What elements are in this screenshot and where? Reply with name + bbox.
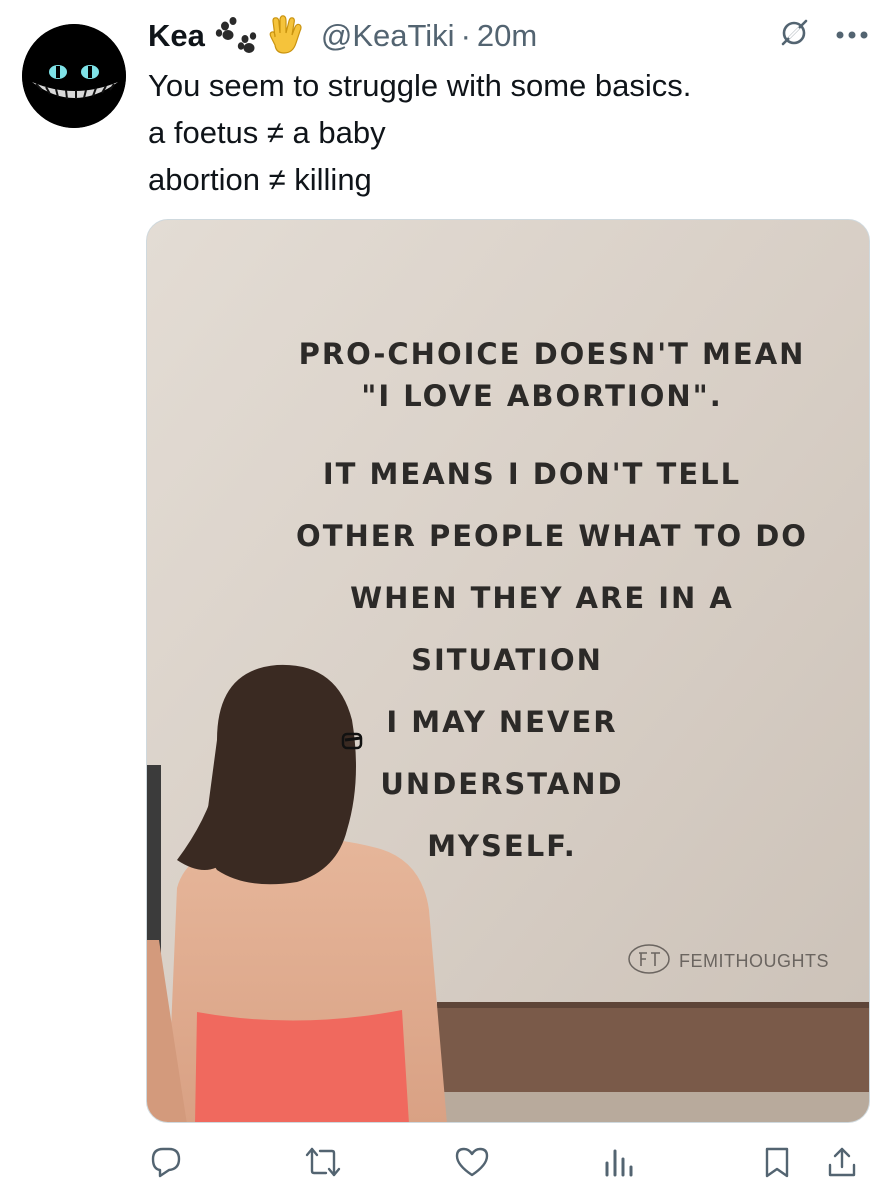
like-icon[interactable] [452, 1140, 492, 1184]
tweet-text-line: abortion ≠ killing [148, 162, 372, 197]
tweet[interactable]: Kea @KeaTiki · 20m You seem to struggle … [0, 0, 891, 1200]
vulcan-salute-icon [267, 15, 307, 57]
paw-prints-icon [215, 16, 259, 56]
wall-text-line: situation [411, 643, 603, 677]
wall-text-line: other people what to do [296, 519, 808, 553]
wall-text-line: understand [380, 767, 624, 801]
action-bar [146, 1140, 870, 1184]
femithoughts-logo-icon [627, 942, 671, 981]
tweet-text-line: You seem to struggle with some basics. [148, 68, 692, 103]
avatar[interactable] [22, 24, 126, 128]
tweet-text-line: a foetus ≠ a baby [148, 115, 386, 150]
views-icon[interactable] [599, 1140, 639, 1184]
separator: · [460, 18, 471, 53]
timestamp[interactable]: 20m [477, 18, 537, 54]
top-icons [779, 18, 869, 53]
wall-text-line: myself. [427, 829, 577, 863]
share-icon[interactable] [822, 1140, 862, 1184]
grok-icon[interactable] [779, 18, 809, 53]
handle[interactable]: @KeaTiki [321, 18, 455, 54]
wall-text-line: "I Love Abortion". [361, 379, 723, 413]
tweet-header: Kea @KeaTiki · 20m [148, 14, 537, 58]
repost-icon[interactable] [303, 1140, 343, 1184]
wall-text-line: Pro-Choice doesn't mean [298, 337, 806, 371]
display-name[interactable]: Kea [148, 18, 205, 54]
watermark: FEMITHOUGHTS [627, 942, 829, 981]
tweet-image[interactable]: Pro-Choice doesn't mean "I Love Abortion… [146, 219, 870, 1123]
wall-text-line: when they are in a [350, 581, 734, 615]
more-icon[interactable] [835, 27, 869, 45]
wall-text: Pro-Choice doesn't mean "I Love Abortion… [247, 338, 857, 862]
watermark-text: FEMITHOUGHTS [679, 951, 829, 971]
wall-text-line: I may never [386, 705, 618, 739]
wall-text-line: It means I don't tell [322, 457, 742, 491]
tweet-text: You seem to struggle with some basics. a… [148, 62, 868, 203]
bookmark-icon[interactable] [757, 1140, 797, 1184]
reply-icon[interactable] [146, 1140, 186, 1184]
